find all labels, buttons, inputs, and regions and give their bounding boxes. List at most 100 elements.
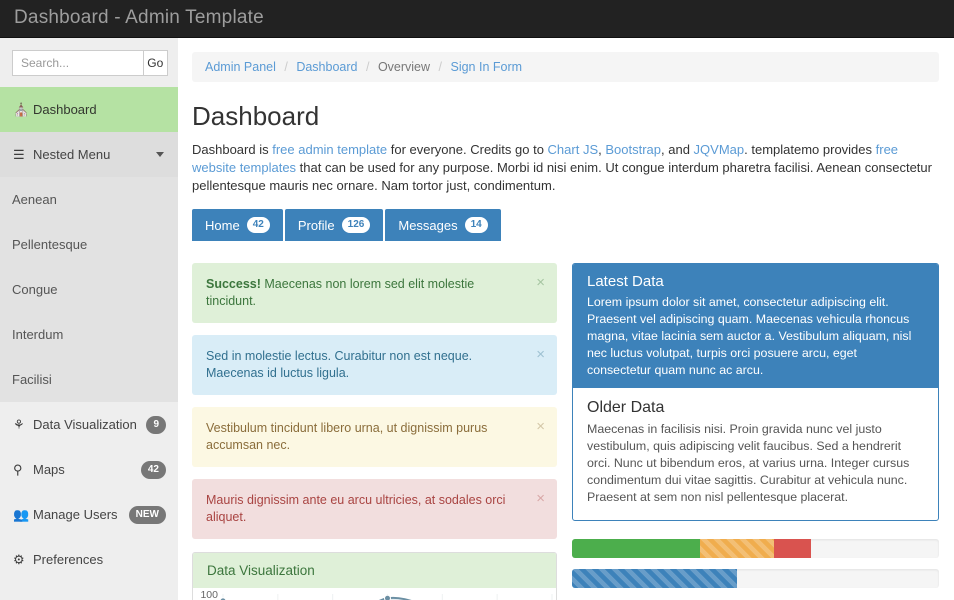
sidebar-item-data-visualization[interactable]: ⚘ Data Visualization 9 — [0, 402, 178, 447]
tab-profile[interactable]: Profile 126 — [284, 209, 384, 241]
close-icon[interactable]: × — [536, 418, 545, 435]
sidebar-item-label: Nested Menu — [33, 147, 111, 162]
link-chart-js[interactable]: Chart JS — [548, 142, 599, 157]
map-pin-icon: ⚲ — [13, 461, 23, 477]
sidebar-subitem-pellentesque[interactable]: Pellentesque — [0, 222, 178, 267]
gear-icon: ⚙ — [13, 551, 25, 567]
main-content: Admin Panel / Dashboard / Overview / Sig… — [178, 38, 954, 600]
sidebar-item-maps[interactable]: ⚲ Maps 42 — [0, 447, 178, 492]
progress-segment-blue — [572, 569, 738, 588]
older-data-section: Older Data Maecenas in facilisis nisi. P… — [573, 388, 938, 520]
progress-bar-blue — [572, 569, 939, 588]
breadcrumb-item-admin-panel[interactable]: Admin Panel — [205, 60, 276, 74]
sidebar: Go ⛪ Dashboard ☰ Nested Menu Aenean Pell… — [0, 38, 178, 600]
tab-label: Messages — [398, 217, 458, 233]
alert-info: Sed in molestie lectus. Curabitur non es… — [192, 335, 557, 395]
tab-label: Profile — [297, 217, 335, 233]
alert-text: Sed in molestie lectus. Curabitur non es… — [206, 349, 473, 380]
older-data-title: Older Data — [587, 399, 665, 416]
close-icon[interactable]: × — [536, 274, 545, 291]
tab-bar: Home 42 Profile 126 Messages 14 — [192, 209, 939, 241]
intro-text: Dashboard is — [192, 142, 273, 157]
tab-home[interactable]: Home 42 — [192, 209, 283, 241]
sidebar-subitem-label: Pellentesque — [12, 237, 88, 252]
close-icon[interactable]: × — [536, 490, 545, 507]
sidebar-item-label: Dashboard — [33, 102, 97, 117]
intro-text: . templatemo provides — [744, 142, 876, 157]
sidebar-item-manage-users[interactable]: 👥 Manage Users NEW — [0, 492, 178, 537]
breadcrumb-item-dashboard[interactable]: Dashboard — [296, 60, 357, 74]
sidebar-subitem-label: Facilisi — [12, 372, 52, 387]
breadcrumb-item-sign-in-form[interactable]: Sign In Form — [450, 60, 522, 74]
alert-success: Success! Maecenas non lorem sed elit mol… — [192, 263, 557, 323]
tab-count-badge: 42 — [246, 217, 270, 233]
sidebar-item-dashboard[interactable]: ⛪ Dashboard — [0, 87, 178, 132]
app-title: Dashboard - Admin Template — [14, 7, 264, 28]
line-chart: 100806040 — [193, 588, 556, 600]
page-intro-text: Dashboard is free admin template for eve… — [192, 141, 939, 195]
home-icon: ⛪ — [13, 101, 30, 117]
sidebar-item-label: Data Visualization — [33, 417, 137, 432]
link-bootstrap[interactable]: Bootstrap — [605, 142, 661, 157]
content-columns: Success! Maecenas non lorem sed elit mol… — [192, 263, 939, 600]
breadcrumb: Admin Panel / Dashboard / Overview / Sig… — [192, 52, 939, 82]
sidebar-badge: 9 — [146, 415, 166, 434]
alert-text: Mauris dignissim ante eu arcu ultricies,… — [206, 493, 506, 524]
database-icon: ☰ — [13, 146, 25, 162]
sidebar-item-label: Preferences — [33, 552, 104, 567]
close-icon[interactable]: × — [536, 346, 545, 363]
latest-data-title: Latest Data — [587, 273, 664, 290]
intro-text: for everyone. Credits go to — [387, 142, 548, 157]
breadcrumb-separator: / — [365, 60, 370, 74]
sidebar-subitem-interdum[interactable]: Interdum — [0, 312, 178, 357]
chart-canvas: 100806040 — [200, 589, 553, 600]
search-input[interactable] — [12, 50, 143, 76]
chevron-down-icon — [156, 152, 164, 157]
svg-text:100: 100 — [200, 589, 218, 600]
latest-data-body: Lorem ipsum dolor sit amet, consectetur … — [587, 295, 912, 377]
chart-icon: ⚘ — [13, 416, 25, 432]
progress-bar-stacked — [572, 539, 939, 558]
sidebar-subitem-label: Aenean — [12, 192, 57, 207]
sidebar-item-preferences[interactable]: ⚙ Preferences — [0, 537, 178, 582]
sidebar-search: Go — [0, 38, 178, 87]
users-icon: 👥 — [13, 506, 30, 522]
sidebar-item-label: Manage Users — [33, 507, 118, 522]
progress-segment-red — [773, 539, 811, 558]
data-visualization-panel: Data Visualization 100806040 — [192, 552, 557, 600]
left-column: Success! Maecenas non lorem sed elit mol… — [192, 263, 557, 600]
sidebar-item-label: Maps — [33, 462, 65, 477]
sidebar-badge: 42 — [140, 460, 166, 479]
search-go-button[interactable]: Go — [142, 50, 168, 76]
breadcrumb-item-overview: Overview — [377, 60, 431, 74]
breadcrumb-separator: / — [438, 60, 442, 74]
sidebar-subitem-label: Interdum — [12, 327, 64, 342]
latest-data-section: Latest Data Lorem ipsum dolor sit amet, … — [573, 264, 938, 388]
sidebar-badge: NEW — [128, 505, 166, 524]
sidebar-subitem-label: Congue — [12, 282, 58, 297]
link-jqvmap[interactable]: JQVMap — [694, 142, 745, 157]
tab-count-badge: 14 — [464, 217, 488, 233]
alert-strong-text: Success! — [206, 277, 261, 291]
tab-count-badge: 126 — [341, 217, 371, 233]
sidebar-subitem-congue[interactable]: Congue — [0, 267, 178, 312]
progress-segment-orange — [700, 539, 774, 558]
intro-text: , and — [661, 142, 694, 157]
alert-text: Vestibulum tincidunt libero urna, ut dig… — [206, 421, 488, 452]
sidebar-subitem-aenean[interactable]: Aenean — [0, 177, 178, 222]
progress-segment-green — [572, 539, 701, 558]
data-visualization-panel-title: Data Visualization — [193, 553, 556, 588]
link-free-admin-template[interactable]: free admin template — [272, 142, 387, 157]
top-header-bar: Dashboard - Admin Template — [0, 0, 954, 38]
alert-danger: Mauris dignissim ante eu arcu ultricies,… — [192, 479, 557, 539]
sidebar-item-nested-menu[interactable]: ☰ Nested Menu — [0, 132, 178, 177]
older-data-body: Maecenas in facilisis nisi. Proin gravid… — [587, 422, 910, 504]
tab-messages[interactable]: Messages 14 — [385, 209, 501, 241]
sidebar-subitem-facilisi[interactable]: Facilisi — [0, 357, 178, 402]
breadcrumb-separator: / — [284, 60, 288, 74]
tab-label: Home — [205, 217, 240, 233]
intro-text: that can be used for any purpose. Morbi … — [192, 160, 932, 193]
alert-warning: Vestibulum tincidunt libero urna, ut dig… — [192, 407, 557, 467]
latest-older-data-panel: Latest Data Lorem ipsum dolor sit amet, … — [572, 263, 939, 521]
page-title: Dashboard — [192, 101, 320, 131]
